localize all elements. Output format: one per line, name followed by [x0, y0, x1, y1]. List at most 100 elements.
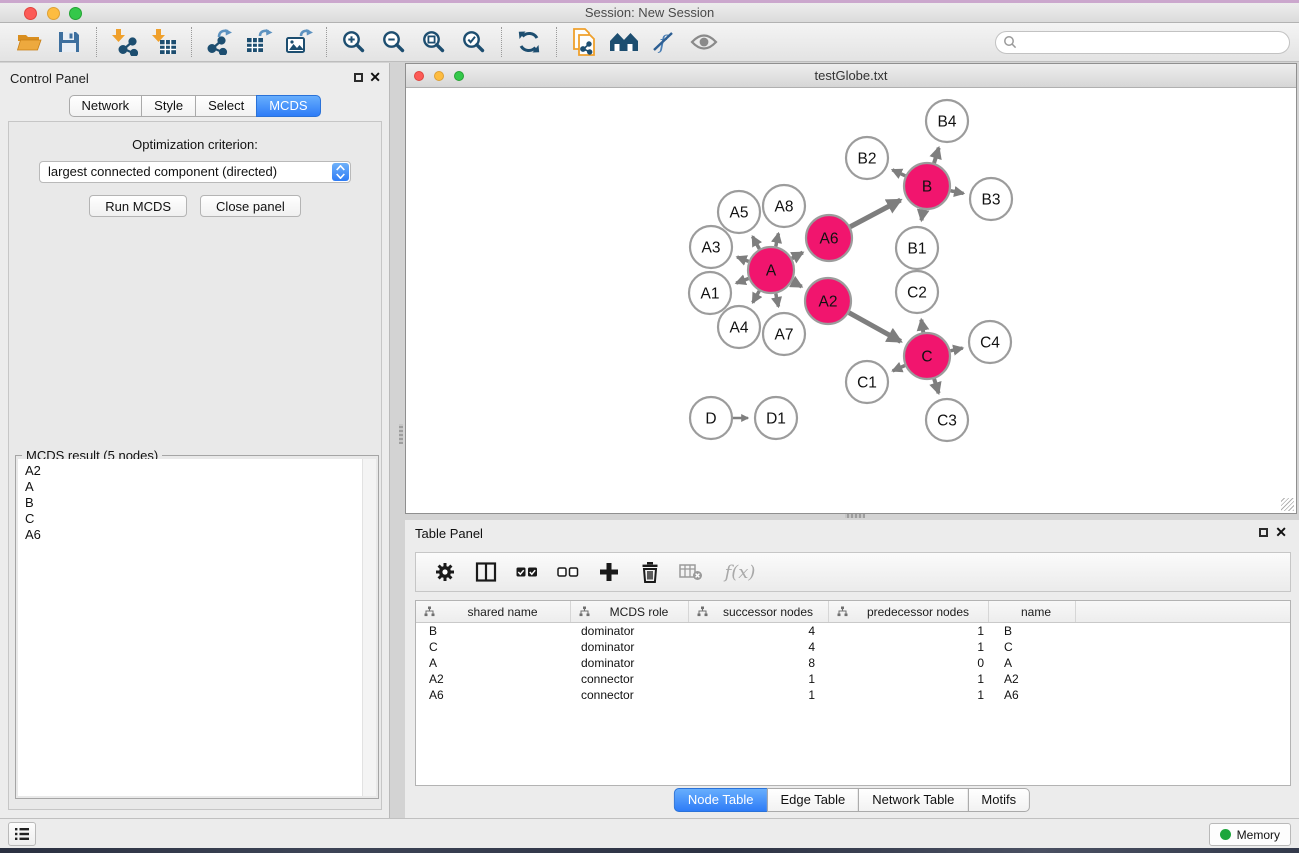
mcds-result-item[interactable]: B	[25, 495, 376, 511]
table-row[interactable]: A6connector11A6	[416, 687, 1290, 703]
svg-text:D1: D1	[766, 411, 786, 428]
table-row[interactable]: A2connector11A2	[416, 671, 1290, 687]
table-row[interactable]: Adominator80A	[416, 655, 1290, 671]
select-all-button[interactable]	[515, 559, 539, 585]
close-panel-icon[interactable]: ✕	[369, 70, 381, 84]
table-panel: Table Panel ✕	[405, 520, 1299, 818]
tab-network-table[interactable]: Network Table	[858, 788, 968, 812]
graph-node-A6[interactable]: A6	[806, 215, 852, 261]
show-columns-button[interactable]	[474, 559, 498, 585]
import-table-button[interactable]	[144, 25, 184, 59]
zoom-fit-button[interactable]	[414, 25, 454, 59]
network-zoom-button[interactable]	[454, 71, 464, 81]
eye-button[interactable]	[684, 25, 724, 59]
home-button[interactable]	[604, 25, 644, 59]
graph-node-A5[interactable]: A5	[718, 191, 760, 233]
memory-button[interactable]: Memory	[1209, 823, 1291, 846]
search-input[interactable]	[1017, 34, 1289, 50]
zoom-out-button[interactable]	[374, 25, 414, 59]
graph-node-A3[interactable]: A3	[690, 226, 732, 268]
table-row[interactable]: Cdominator41C	[416, 639, 1290, 655]
table-cell: connector	[571, 671, 689, 687]
column-header-mcds-role[interactable]: MCDS role	[571, 601, 689, 622]
graph-node-C4[interactable]: C4	[969, 321, 1011, 363]
graph-node-B1[interactable]: B1	[896, 227, 938, 269]
graph-node-A4[interactable]: A4	[718, 306, 760, 348]
function-builder-button[interactable]: f(x)	[720, 559, 760, 585]
tab-style[interactable]: Style	[141, 95, 196, 117]
tab-network[interactable]: Network	[68, 95, 142, 117]
graph-node-B[interactable]: B	[904, 163, 950, 209]
import-network-button[interactable]	[104, 25, 144, 59]
table-header-row: shared nameMCDS rolesuccessor nodesprede…	[416, 601, 1290, 623]
task-history-button[interactable]	[8, 822, 36, 846]
close-panel-button[interactable]: Close panel	[200, 195, 301, 217]
float-panel-icon[interactable]	[1259, 528, 1268, 537]
column-header-name[interactable]: name	[989, 601, 1076, 622]
mcds-result-item[interactable]: A6	[25, 527, 376, 543]
graph-node-C3[interactable]: C3	[926, 399, 968, 441]
tab-node-table[interactable]: Node Table	[674, 788, 768, 812]
graph-node-C2[interactable]: C2	[896, 271, 938, 313]
zoom-selected-button[interactable]	[454, 25, 494, 59]
graph-node-C1[interactable]: C1	[846, 361, 888, 403]
graph-node-A2[interactable]: A2	[805, 278, 851, 324]
open-session-button[interactable]	[9, 25, 49, 59]
splitter-handle[interactable]	[399, 424, 403, 444]
export-network-button[interactable]	[199, 25, 239, 59]
mcds-result-item[interactable]: A2	[25, 463, 376, 479]
column-header-successor-nodes[interactable]: successor nodes	[689, 601, 829, 622]
minimize-window-button[interactable]	[47, 7, 60, 20]
graph-node-A7[interactable]: A7	[763, 313, 805, 355]
float-panel-icon[interactable]	[354, 73, 363, 82]
deselect-all-button[interactable]	[556, 559, 580, 585]
graph-node-B2[interactable]: B2	[846, 137, 888, 179]
tab-motifs[interactable]: Motifs	[967, 788, 1030, 812]
graph-node-C[interactable]: C	[904, 333, 950, 379]
column-header-shared-name[interactable]: shared name	[416, 601, 571, 622]
delete-column-button[interactable]	[638, 559, 662, 585]
destroy-table-button[interactable]	[679, 559, 703, 585]
resize-grip-icon[interactable]	[1281, 498, 1294, 511]
network-close-button[interactable]	[414, 71, 424, 81]
mcds-result-item[interactable]: C	[25, 511, 376, 527]
tab-select[interactable]: Select	[195, 95, 257, 117]
network-window-titlebar[interactable]: testGlobe.txt	[406, 64, 1296, 88]
close-window-button[interactable]	[24, 7, 37, 20]
table-settings-button[interactable]	[433, 559, 457, 585]
strikethrough-f-button[interactable]: f	[644, 25, 684, 59]
graph-node-D1[interactable]: D1	[755, 397, 797, 439]
splitter-handle[interactable]	[845, 514, 865, 518]
criterion-select[interactable]: largest connected component (directed)	[39, 161, 351, 183]
mcds-result-item[interactable]: A	[25, 479, 376, 495]
network-minimize-button[interactable]	[434, 71, 444, 81]
svg-text:B4: B4	[938, 114, 957, 131]
graph-node-A[interactable]: A	[748, 247, 794, 293]
toolbar-separator	[96, 27, 97, 57]
tab-mcds[interactable]: MCDS	[256, 95, 320, 117]
save-session-button[interactable]	[49, 25, 89, 59]
export-image-button[interactable]	[279, 25, 319, 59]
tab-edge-table[interactable]: Edge Table	[766, 788, 859, 812]
search-box[interactable]	[995, 31, 1290, 54]
result-scrollbar[interactable]	[362, 459, 376, 796]
refresh-button[interactable]	[509, 25, 549, 59]
graph-node-D[interactable]: D	[690, 397, 732, 439]
close-panel-icon[interactable]: ✕	[1275, 525, 1287, 539]
graph-node-A8[interactable]: A8	[763, 185, 805, 227]
add-column-button[interactable]	[597, 559, 621, 585]
graph-node-A1[interactable]: A1	[689, 272, 731, 314]
unchecked-boxes-icon	[557, 561, 579, 583]
graph-node-B3[interactable]: B3	[970, 178, 1012, 220]
network-canvas[interactable]: B4 B2 B B3 A5A8A6 A3 B1 A A1 C2 A2 A4A7 C C4 C1 C3 D D1	[406, 87, 1296, 513]
export-table-button[interactable]	[239, 25, 279, 59]
zoom-window-button[interactable]	[69, 7, 82, 20]
table-row[interactable]: Bdominator41B	[416, 623, 1290, 639]
document-share-button[interactable]	[564, 25, 604, 59]
network-graph[interactable]: B4 B2 B B3 A5A8A6 A3 B1 A A1 C2 A2 A4A7 C C4 C1 C3 D D1	[406, 87, 1296, 513]
zoom-in-button[interactable]	[334, 25, 374, 59]
column-header-predecessor-nodes[interactable]: predecessor nodes	[829, 601, 989, 622]
graph-node-B4[interactable]: B4	[926, 100, 968, 142]
run-mcds-button[interactable]: Run MCDS	[89, 195, 187, 217]
mcds-result-list[interactable]: A2ABCA6	[18, 459, 376, 796]
